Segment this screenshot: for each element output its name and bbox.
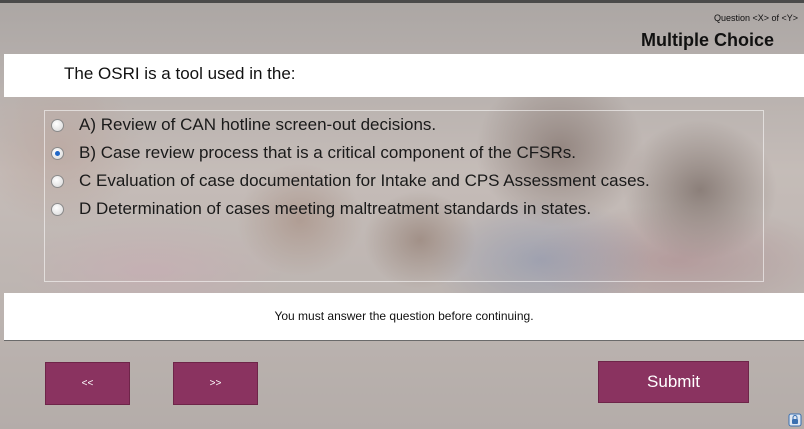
- radio-button-c[interactable]: [51, 174, 64, 188]
- quiz-type-title: Multiple Choice: [640, 30, 774, 50]
- choice-d[interactable]: D Determination of cases meeting maltrea…: [51, 197, 591, 221]
- question-counter: Question <X> of <Y>: [713, 13, 798, 23]
- feedback-message: You must answer the question before cont…: [274, 309, 534, 323]
- choice-label-d: D Determination of cases meeting maltrea…: [79, 199, 592, 218]
- question-band: The OSRI is a tool used in the:: [4, 54, 804, 97]
- next-button[interactable]: >>: [173, 362, 258, 405]
- choice-b[interactable]: B) Case review process that is a critica…: [51, 141, 576, 165]
- choice-label-c: C Evaluation of case documentation for I…: [79, 171, 650, 190]
- choice-label-b: B) Case review process that is a critica…: [79, 143, 576, 162]
- choices-group: A) Review of CAN hotline screen-out deci…: [44, 110, 764, 282]
- radio-button-a[interactable]: [51, 118, 64, 132]
- submit-button[interactable]: Submit: [598, 361, 749, 403]
- lock-icon[interactable]: [788, 413, 802, 427]
- feedback-band: You must answer the question before cont…: [4, 293, 804, 341]
- choice-c[interactable]: C Evaluation of case documentation for I…: [51, 169, 650, 193]
- choice-label-a: A) Review of CAN hotline screen-out deci…: [79, 115, 437, 134]
- radio-button-b[interactable]: [51, 146, 64, 160]
- radio-button-d[interactable]: [51, 202, 64, 216]
- question-text: The OSRI is a tool used in the:: [64, 64, 296, 83]
- previous-button[interactable]: <<: [45, 362, 130, 405]
- top-border: [0, 0, 804, 3]
- choice-a[interactable]: A) Review of CAN hotline screen-out deci…: [51, 113, 436, 137]
